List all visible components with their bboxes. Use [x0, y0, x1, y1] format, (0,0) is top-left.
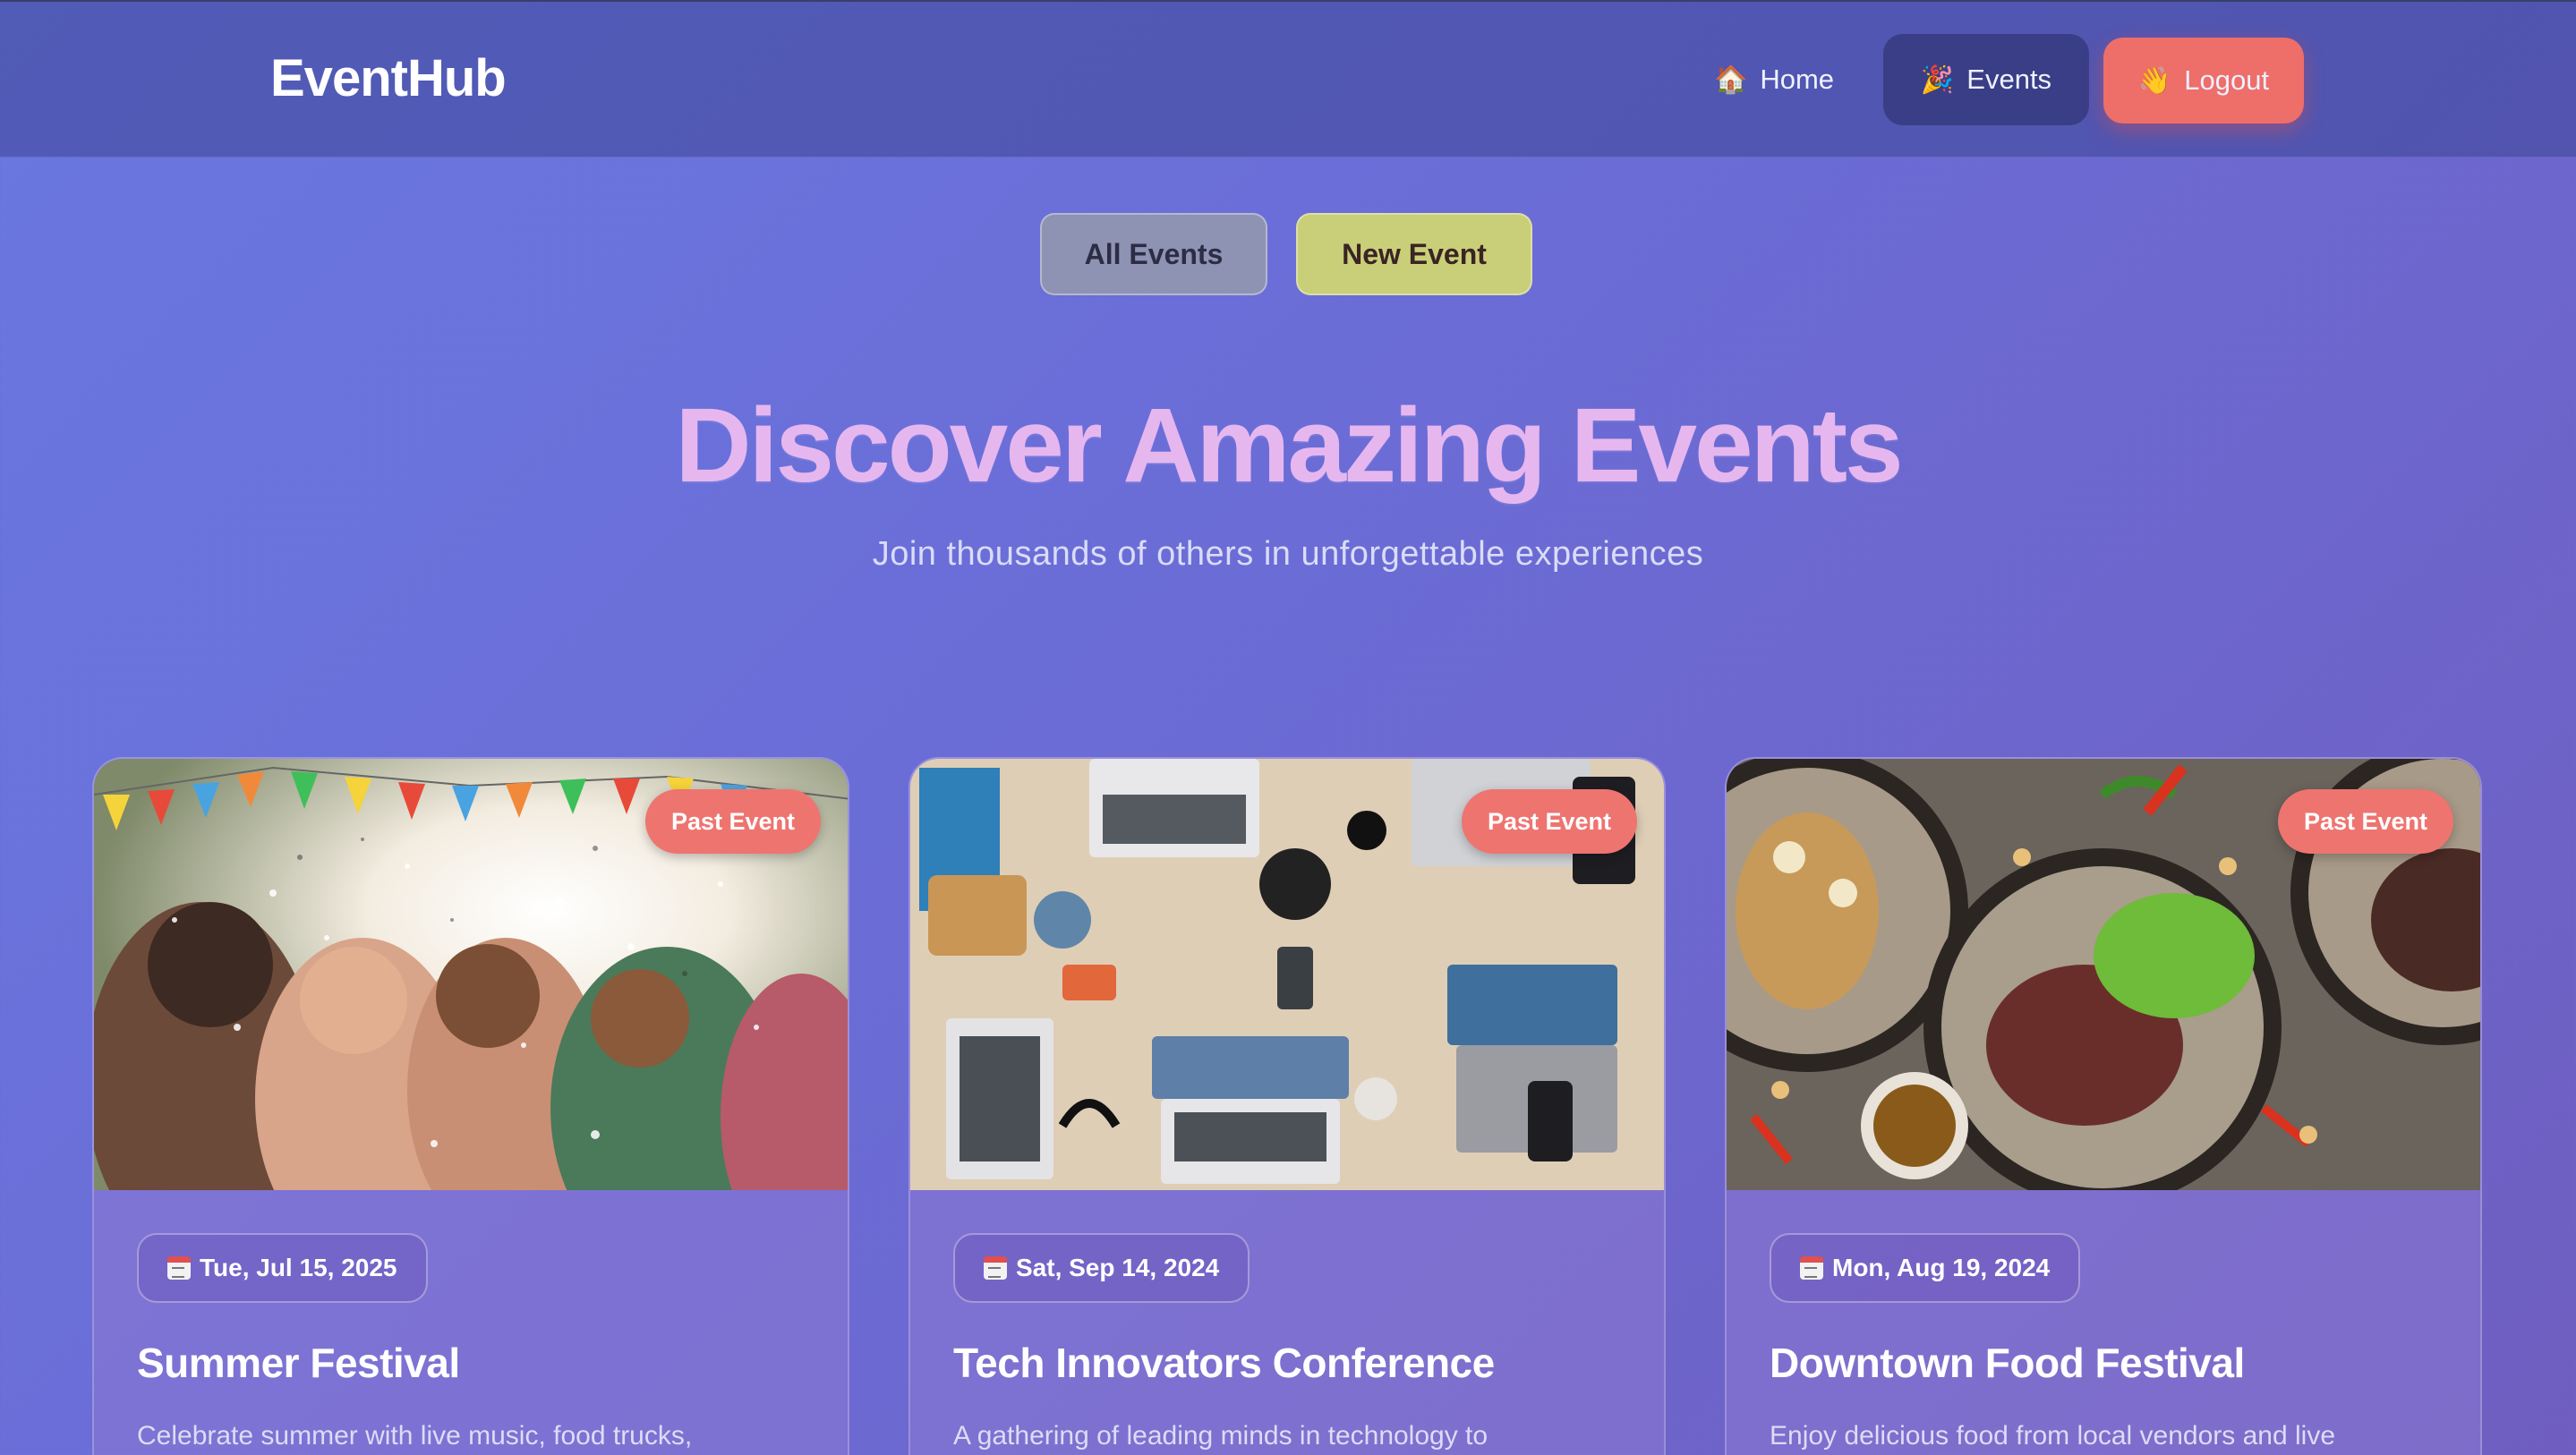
party-popper-icon: 🎉: [1920, 64, 1955, 95]
past-event-badge: Past Event: [1462, 789, 1637, 854]
hero-subtitle: Join thousands of others in unforgettabl…: [872, 535, 1704, 573]
event-date: Mon, Aug 19, 2024: [1832, 1254, 2051, 1281]
waving-hand-icon: 👋: [2137, 65, 2172, 96]
past-event-badge: Past Event: [2278, 789, 2453, 854]
nav-events-label: Events: [1966, 64, 2052, 95]
event-title[interactable]: Downtown Food Festival: [1770, 1339, 2245, 1387]
event-title[interactable]: Summer Festival: [137, 1339, 460, 1387]
nav-home-link[interactable]: 🏠 Home: [1693, 34, 1855, 125]
past-event-badge: Past Event: [645, 789, 821, 854]
event-description: Enjoy delicious food from local vendors …: [1770, 1421, 2336, 1451]
event-date: Tue, Jul 15, 2025: [200, 1254, 397, 1281]
calendar-icon: [984, 1256, 1007, 1280]
brand-logo[interactable]: EventHub: [270, 48, 507, 108]
house-icon: 🏠: [1713, 64, 1748, 95]
nav-home-label: Home: [1760, 64, 1835, 95]
event-card[interactable]: Past Event Mon, Aug 19, 2024 Downtown Fo…: [1725, 757, 2482, 1455]
new-event-button[interactable]: New Event: [1296, 213, 1532, 295]
event-card[interactable]: Past Event Tue, Jul 15, 2025 Summer Fest…: [92, 757, 849, 1455]
event-date-chip: Mon, Aug 19, 2024: [1770, 1233, 2081, 1303]
calendar-icon: [167, 1256, 191, 1280]
calendar-icon: [1800, 1256, 1823, 1280]
event-image-conference: Past Event: [910, 759, 1664, 1190]
event-date-chip: Sat, Sep 14, 2024: [953, 1233, 1250, 1303]
hero-title: Discover Amazing Events: [675, 387, 1903, 505]
nav-events-link[interactable]: 🎉 Events: [1883, 34, 2089, 125]
event-title[interactable]: Tech Innovators Conference: [953, 1339, 1495, 1387]
event-date: Sat, Sep 14, 2024: [1016, 1254, 1220, 1281]
event-date-chip: Tue, Jul 15, 2025: [137, 1233, 428, 1303]
all-events-button[interactable]: All Events: [1040, 213, 1267, 295]
logout-label: Logout: [2184, 64, 2270, 96]
top-navbar: EventHub 🏠 Home 🎉 Events 👋 Logout: [0, 0, 2576, 157]
event-description: Celebrate summer with live music, food t…: [137, 1421, 693, 1451]
event-description: A gathering of leading minds in technolo…: [953, 1421, 1488, 1451]
event-image-food: Past Event: [1727, 759, 2480, 1190]
event-card[interactable]: Past Event Sat, Sep 14, 2024 Tech Innova…: [908, 757, 1666, 1455]
event-image-festival: Past Event: [94, 759, 848, 1190]
logout-button[interactable]: 👋 Logout: [2103, 38, 2304, 123]
